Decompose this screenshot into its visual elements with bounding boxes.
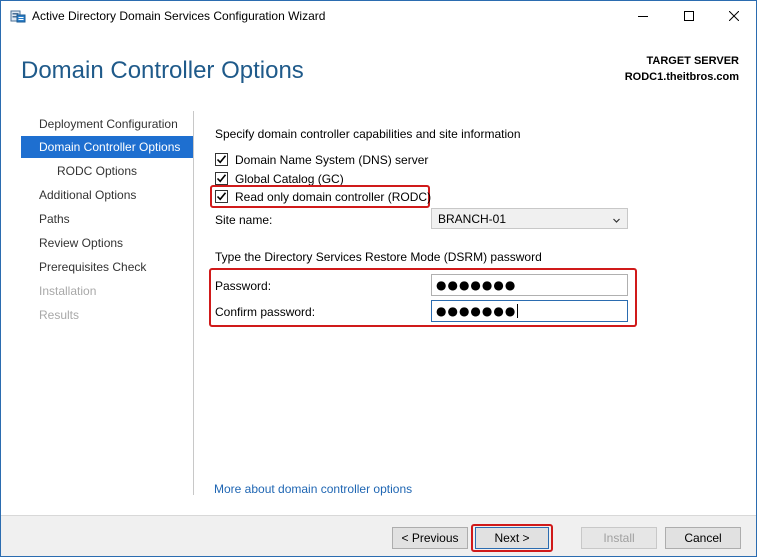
dns-checkbox[interactable] xyxy=(215,153,228,166)
maximize-icon xyxy=(684,11,694,21)
rodc-checkbox-row[interactable]: Read only domain controller (RODC) xyxy=(215,188,431,205)
text-caret xyxy=(517,304,519,318)
cancel-button[interactable]: Cancel xyxy=(665,527,741,549)
dns-checkbox-row[interactable]: Domain Name System (DNS) server xyxy=(215,151,428,168)
site-name-select[interactable]: BRANCH-01 xyxy=(431,208,628,229)
gc-checkbox[interactable] xyxy=(215,172,228,185)
password-value: ●●●●●●● xyxy=(436,278,517,292)
nav-item-prerequisites-check[interactable]: Prerequisites Check xyxy=(21,256,193,278)
dsrm-heading: Type the Directory Services Restore Mode… xyxy=(215,250,542,264)
target-server-label: TARGET SERVER xyxy=(646,55,740,67)
confirm-password-value: ●●●●●●● xyxy=(436,304,517,318)
minimize-button[interactable] xyxy=(620,1,666,31)
minimize-icon xyxy=(638,16,648,17)
password-input[interactable]: ●●●●●●● xyxy=(431,274,628,296)
next-button[interactable]: Next > xyxy=(475,527,549,549)
chevron-down-icon xyxy=(612,214,621,228)
title-bar[interactable]: Active Directory Domain Services Configu… xyxy=(1,1,756,31)
nav-item-review-options[interactable]: Review Options xyxy=(21,232,193,254)
site-name-value: BRANCH-01 xyxy=(438,211,507,226)
wizard-window: Active Directory Domain Services Configu… xyxy=(0,0,757,557)
confirm-password-input[interactable]: ●●●●●●● xyxy=(431,300,628,322)
nav-item-installation: Installation xyxy=(39,284,97,298)
server-wizard-icon xyxy=(10,8,26,24)
nav-item-deployment-configuration[interactable]: Deployment Configuration xyxy=(21,113,193,135)
install-button: Install xyxy=(581,527,657,549)
more-about-link[interactable]: More about domain controller options xyxy=(214,482,412,496)
page-title: Domain Controller Options xyxy=(21,57,304,84)
capabilities-heading: Specify domain controller capabilities a… xyxy=(215,127,521,141)
checkmark-icon xyxy=(216,174,227,183)
checkmark-icon xyxy=(216,192,227,201)
dns-label: Domain Name System (DNS) server xyxy=(235,152,429,167)
wizard-footer: < Previous Next > Install Cancel xyxy=(1,516,756,556)
checkmark-icon xyxy=(216,155,227,164)
nav-item-paths[interactable]: Paths xyxy=(21,208,193,230)
nav-item-results: Results xyxy=(39,308,80,322)
nav-item-rodc-options[interactable]: RODC Options xyxy=(21,160,193,182)
gc-label: Global Catalog (GC) xyxy=(235,171,344,186)
password-label: Password: xyxy=(215,279,272,293)
close-button[interactable] xyxy=(711,1,756,31)
nav-divider xyxy=(193,111,194,495)
nav-item-domain-controller-options[interactable]: Domain Controller Options xyxy=(21,136,193,158)
previous-button[interactable]: < Previous xyxy=(392,527,468,549)
confirm-password-label: Confirm password: xyxy=(215,305,316,319)
maximize-button[interactable] xyxy=(666,1,712,31)
rodc-checkbox[interactable] xyxy=(215,190,228,203)
window-title: Active Directory Domain Services Configu… xyxy=(32,9,326,23)
target-server-name: RODC1.theitbros.com xyxy=(624,71,739,83)
site-name-label: Site name: xyxy=(215,213,273,227)
nav-item-additional-options[interactable]: Additional Options xyxy=(21,184,193,206)
rodc-label: Read only domain controller (RODC) xyxy=(235,189,432,204)
close-icon xyxy=(729,11,739,21)
